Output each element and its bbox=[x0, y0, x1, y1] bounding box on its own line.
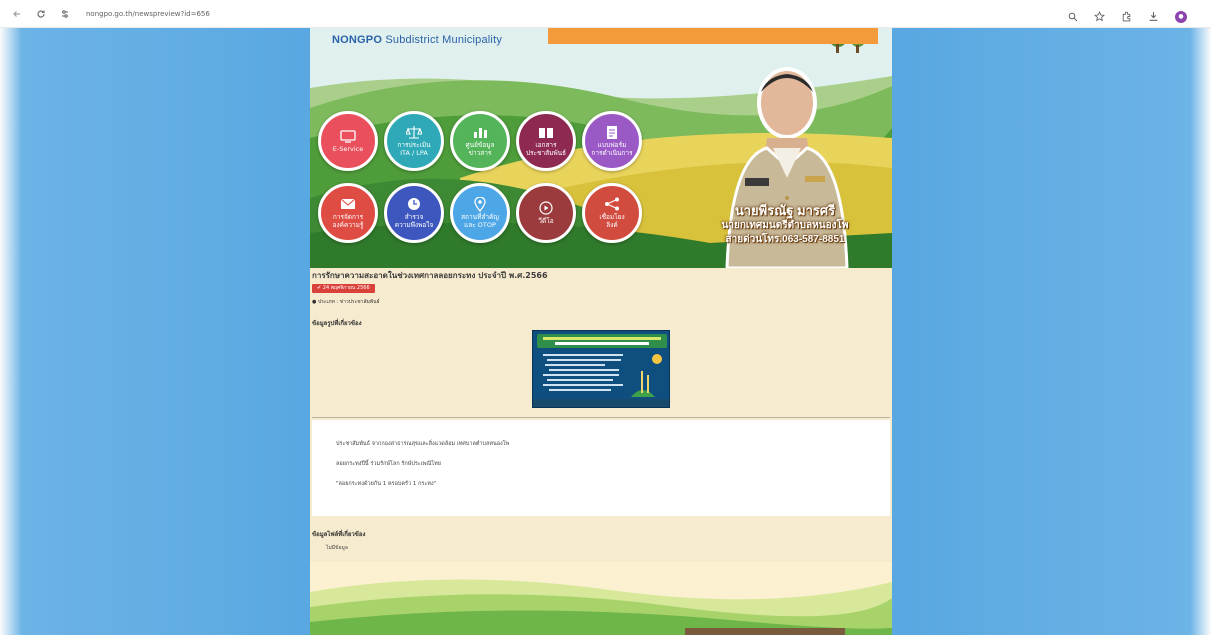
site-info-icon[interactable] bbox=[58, 7, 72, 21]
menu-label: เอกสาร ประชาสัมพันธ์ bbox=[525, 141, 567, 157]
menu-pr-documents-button[interactable]: เอกสาร ประชาสัมพันธ์ bbox=[516, 111, 576, 171]
extensions-icon[interactable] bbox=[1121, 7, 1132, 26]
menu-label: วีดีโอ bbox=[538, 217, 554, 225]
content-divider bbox=[312, 417, 890, 418]
menu-knowledge-button[interactable]: การจัดการ องค์ความรู้ bbox=[318, 183, 378, 243]
bar-chart-icon bbox=[471, 125, 489, 139]
news-title: การรักษาความสะอาดในช่วงเทศกาลลอยกระทง ปร… bbox=[312, 271, 548, 280]
news-category: ● ประเภท : ข่าวประชาสัมพันธ์ bbox=[312, 299, 380, 305]
location-pin-icon bbox=[471, 196, 489, 212]
menu-label: การจัดการ องค์ความรู้ bbox=[332, 213, 364, 229]
menu-label: การประเมิน ITA / LPA bbox=[397, 141, 431, 157]
related-files-heading: ข้อมูลไฟล์ที่เกี่ยวข้อง bbox=[312, 531, 366, 538]
browser-toolbar: nongpo.go.th/newspreview?id=656 ● bbox=[0, 0, 1211, 28]
mayor-info: นายพีรณัฐ มารศรี นายกเทศมนตรีตำบลหนองโพ … bbox=[700, 203, 870, 247]
menu-e-service-button[interactable]: E-Service bbox=[318, 111, 378, 171]
mail-icon bbox=[339, 197, 357, 211]
bookmark-star-icon[interactable] bbox=[1094, 7, 1105, 26]
header-orange-band bbox=[548, 28, 878, 44]
book-icon bbox=[537, 125, 555, 139]
menu-survey-button[interactable]: สำรวจ ความพึงพอใจ bbox=[384, 183, 444, 243]
back-icon[interactable] bbox=[10, 7, 24, 21]
scale-icon bbox=[405, 125, 423, 139]
menu-forms-button[interactable]: แบบฟอร์ม การดำเนินการ bbox=[582, 111, 642, 171]
document-icon bbox=[603, 125, 621, 139]
news-body: ประชาสัมพันธ์ จากกองสาธารณสุขและสิ่งแวดล… bbox=[312, 420, 890, 516]
mayor-title: นายกเทศมนตรีตำบลหนองโพ bbox=[721, 220, 849, 231]
clock-icon bbox=[405, 197, 423, 211]
play-icon bbox=[537, 201, 555, 215]
mayor-name: นายพีรณัฐ มารศรี bbox=[734, 203, 836, 218]
menu-label: แบบฟอร์ม การดำเนินการ bbox=[591, 141, 633, 157]
news-body-line: "ลอยกระทงด้วยกัน 1 ครอบครัว 1 กระทง" bbox=[336, 481, 437, 487]
site-brand: NONGPO Subdistrict Municipality bbox=[332, 34, 503, 46]
menu-ita-lpa-button[interactable]: การประเมิน ITA / LPA bbox=[384, 111, 444, 171]
news-body-line: ลอยกระทงปีนี้ ร่วมรักษ์โลก รักษ์ประเพณีไ… bbox=[336, 461, 441, 467]
menu-links-button[interactable]: เชื่อมโยง ลิงค์ bbox=[582, 183, 642, 243]
menu-label: ศูนย์ข้อมูล ข่าวสาร bbox=[465, 141, 495, 157]
monitor-icon bbox=[339, 129, 357, 143]
reload-icon[interactable] bbox=[34, 7, 48, 21]
news-poster-image[interactable] bbox=[532, 330, 670, 408]
menu-label: สถานที่สำคัญ และ OTOP bbox=[461, 213, 499, 229]
main-content: NONGPO Subdistrict Municipality E-Servic… bbox=[310, 28, 892, 635]
profile-avatar[interactable]: ● bbox=[1175, 10, 1187, 23]
share-icon bbox=[603, 197, 621, 211]
menu-places-otop-button[interactable]: สถานที่สำคัญ และ OTOP bbox=[450, 183, 510, 243]
menu-label: เชื่อมโยง ลิงค์ bbox=[599, 213, 625, 229]
related-files-empty: ไม่มีข้อมูล bbox=[326, 545, 348, 551]
date-badge: ✔ 24 พฤศจิกายน 2566 bbox=[312, 284, 375, 293]
menu-label: E-Service bbox=[332, 145, 364, 153]
header-banner: NONGPO Subdistrict Municipality E-Servic… bbox=[310, 28, 892, 268]
address-bar-url[interactable]: nongpo.go.th/newspreview?id=656 bbox=[86, 10, 210, 18]
browser-actions: ● bbox=[1068, 7, 1187, 26]
related-images-heading: ข้อมูลรูปที่เกี่ยวข้อง bbox=[312, 320, 362, 327]
category-icon: ● bbox=[312, 299, 317, 305]
zoom-icon[interactable] bbox=[1068, 7, 1078, 26]
footer-landscape bbox=[310, 562, 892, 635]
news-body-line: ประชาสัมพันธ์ จากกองสาธารณสุขและสิ่งแวดล… bbox=[336, 441, 510, 447]
menu-video-button[interactable]: วีดีโอ bbox=[516, 183, 576, 243]
hotline: สายด่วนโทร.063-587-8851 bbox=[725, 234, 845, 245]
download-icon[interactable] bbox=[1148, 7, 1159, 26]
menu-label: สำรวจ ความพึงพอใจ bbox=[394, 213, 434, 229]
menu-info-center-button[interactable]: ศูนย์ข้อมูล ข่าวสาร bbox=[450, 111, 510, 171]
